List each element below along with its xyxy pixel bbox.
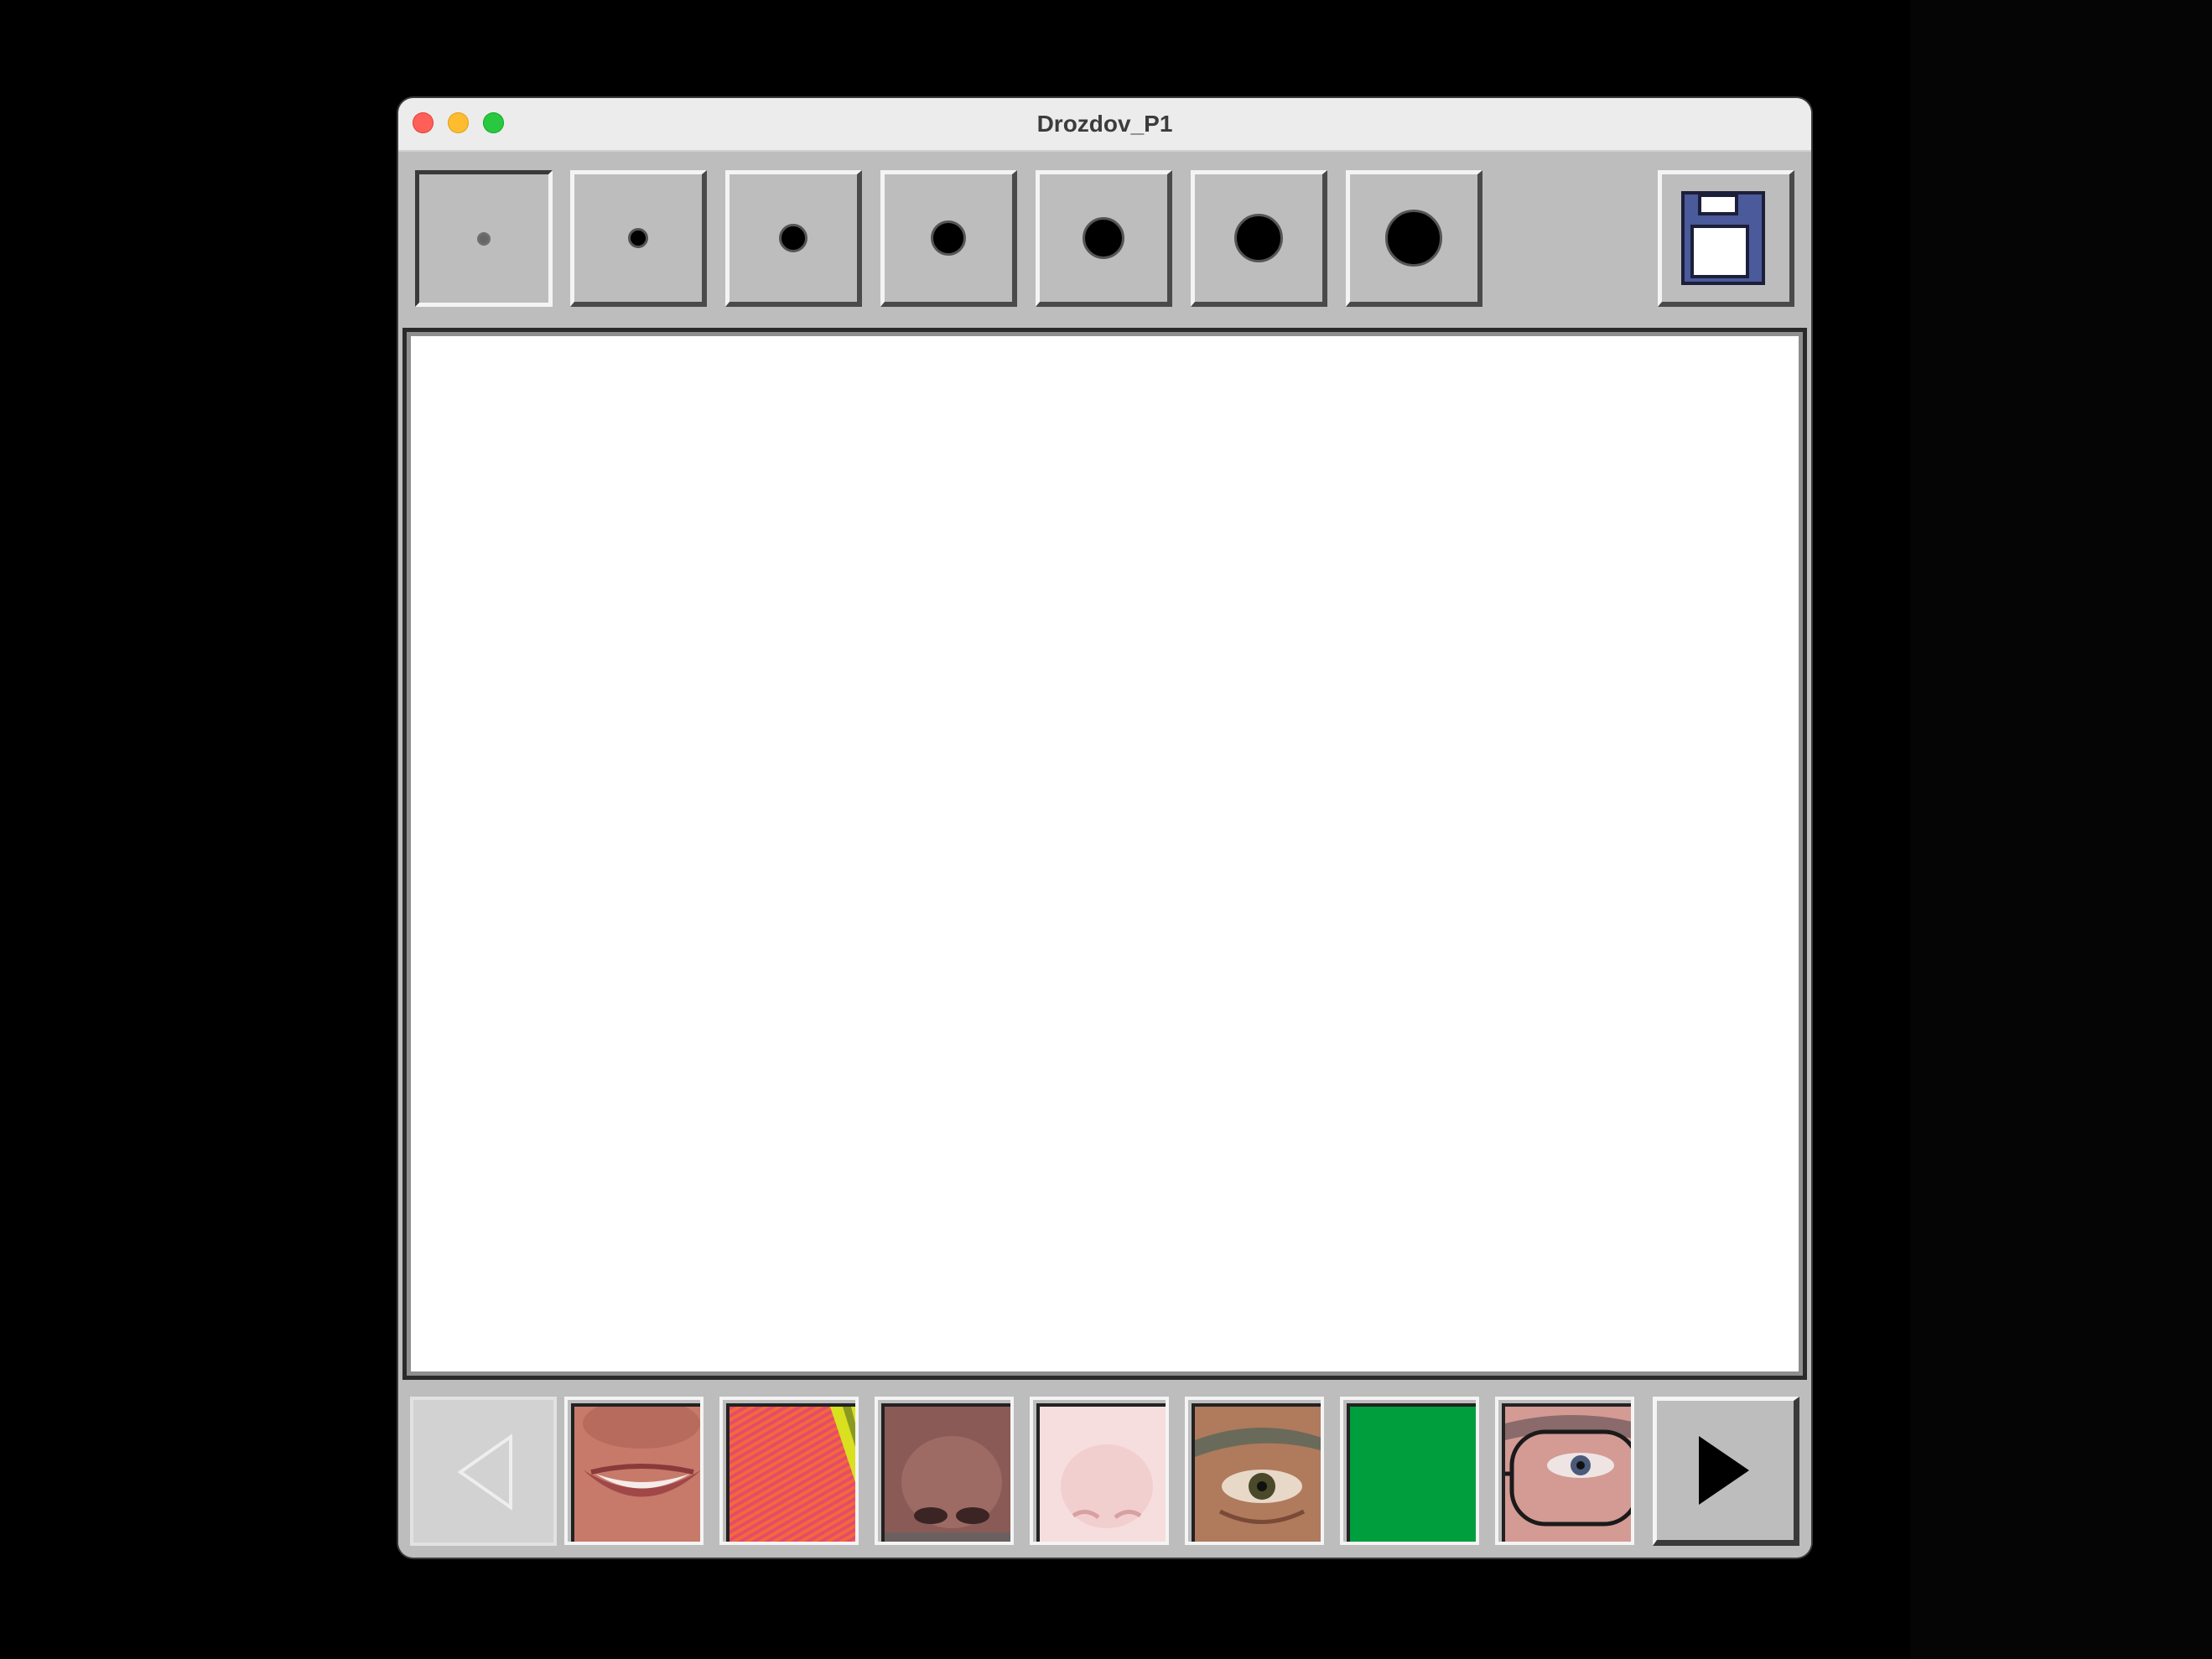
brush-size-1-button[interactable] [415,170,553,307]
stamp-eye[interactable] [1185,1397,1324,1545]
brush-dot-icon [931,220,966,256]
brush-dot-icon [1234,214,1283,262]
brush-size-7-button[interactable] [1346,170,1482,307]
previous-page-button[interactable] [410,1397,557,1546]
app-window: Drozdov_P1 [398,98,1811,1558]
triangle-right-icon [1699,1436,1749,1505]
next-page-button[interactable] [1653,1397,1799,1546]
brush-dot-icon [628,228,648,248]
green-color-swatch [1347,1403,1476,1542]
floppy-disk-icon [1681,191,1765,285]
brush-dot-icon [477,231,491,246]
save-button[interactable] [1658,170,1794,307]
brush-size-2-button[interactable] [570,170,707,307]
stamp-pink-nose[interactable] [1030,1397,1169,1545]
brush-dot-icon [1083,217,1124,259]
stamp-orange-pattern[interactable] [719,1397,859,1545]
stamp-smiling-mouth[interactable] [564,1397,704,1545]
brush-dot-icon [779,224,807,252]
drawing-canvas[interactable] [402,328,1807,1380]
brush-size-3-button[interactable] [725,170,862,307]
smiling-mouth-image [571,1403,700,1542]
stamp-dark-nose[interactable] [875,1397,1014,1545]
stamp-eye-glasses[interactable] [1495,1397,1634,1545]
orange-pattern-image [726,1403,855,1542]
brush-dot-icon [1385,210,1442,267]
brush-size-4-button[interactable] [880,170,1017,307]
window-title: Drozdov_P1 [1036,111,1173,137]
nose-image [881,1403,1010,1542]
brush-size-5-button[interactable] [1036,170,1172,307]
triangle-left-icon [457,1433,512,1511]
stamp-green-fill[interactable] [1340,1397,1479,1545]
eye-image [1192,1403,1321,1542]
pink-nose-image [1036,1403,1166,1542]
desktop-background [1910,0,2212,1659]
brush-size-6-button[interactable] [1191,170,1327,307]
title-bar: Drozdov_P1 [398,98,1811,152]
eye-with-glasses-image [1502,1403,1631,1542]
